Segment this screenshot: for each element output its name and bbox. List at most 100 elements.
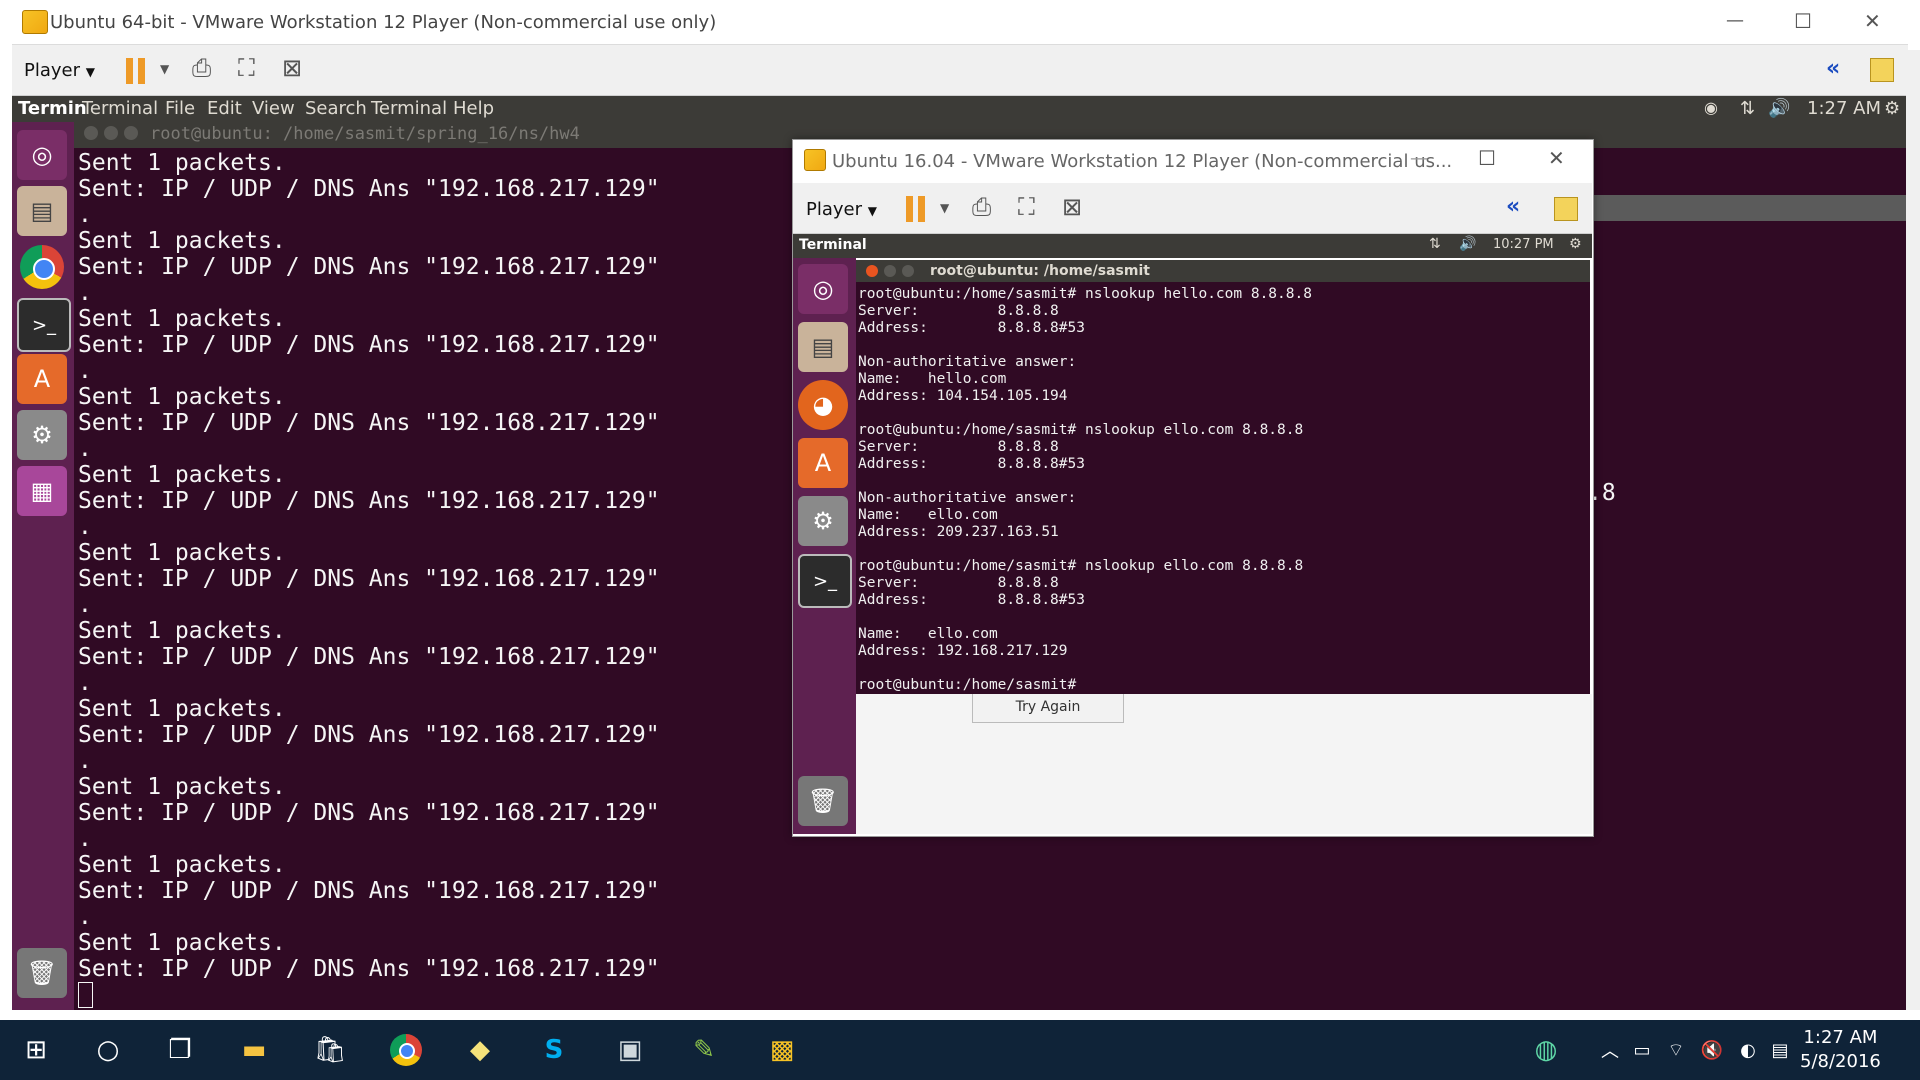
chrome-icon[interactable]	[386, 1030, 426, 1070]
inner-terminal-line: Non-authoritative answer:	[858, 354, 1077, 370]
chrome-tray-icon[interactable]: ◉	[1704, 98, 1718, 117]
close-icon[interactable]	[84, 126, 98, 140]
inner-terminal-line: Address: 8.8.8.8#53	[858, 320, 1085, 336]
notifications-icon[interactable]: ▤	[1760, 1030, 1800, 1070]
vmware-taskbar-icon[interactable]: ▩	[762, 1030, 802, 1070]
ubuntu-menubar: Termin Terminal File Edit View Search Te…	[12, 96, 1908, 122]
volume-icon[interactable]: 🔊	[1459, 236, 1476, 252]
wifi-icon[interactable]: ⌔	[1656, 1030, 1696, 1070]
menu-file[interactable]: File	[165, 98, 195, 119]
menu-search[interactable]: Search	[305, 98, 367, 119]
bg-terminal-line: Sent 1 packets.	[78, 696, 286, 722]
ubuntu-dash-icon[interactable]: ◎	[798, 264, 848, 314]
trash-icon[interactable]: 🗑	[798, 776, 848, 826]
windows-start-icon[interactable]: ⊞	[16, 1030, 56, 1070]
store-icon[interactable]: 🛍	[310, 1030, 350, 1070]
close-icon[interactable]: ✕	[1548, 146, 1565, 170]
unity-icon[interactable]: ⊠	[282, 54, 302, 82]
notes-icon[interactable]	[1554, 197, 1578, 221]
trash-icon[interactable]: 🗑	[17, 948, 67, 998]
cortana-icon[interactable]: ○	[88, 1030, 128, 1070]
minimize-icon[interactable]	[884, 265, 896, 277]
settings-icon[interactable]: ⚙	[798, 496, 848, 546]
inner-terminal-line	[858, 541, 1312, 558]
file-explorer-icon[interactable]: ▬	[234, 1030, 274, 1070]
firefox-icon[interactable]: ◕	[798, 380, 848, 430]
double-chevron-left-icon[interactable]: «	[1826, 56, 1840, 81]
close-icon[interactable]: ✕	[1864, 9, 1881, 33]
fullscreen-icon[interactable]: ⛶	[1018, 193, 1035, 221]
bg-terminal-line: Sent 1 packets.	[78, 462, 286, 488]
files-icon[interactable]: ▤	[798, 322, 848, 372]
inner-terminal-line: Non-authoritative answer:	[858, 490, 1077, 506]
menu-terminal[interactable]: Terminal	[82, 98, 158, 119]
bg-terminal-line: Sent: IP / UDP / DNS Ans "192.168.217.12…	[78, 644, 660, 670]
maximize-icon[interactable]	[902, 265, 914, 277]
inner-ubuntu-menubar: Terminal ⇅ 🔊 10:27 PM ⚙	[793, 234, 1592, 258]
send-ctrl-alt-del-icon[interactable]: ⎙	[192, 54, 211, 82]
bg-terminal-line: Sent 1 packets.	[78, 150, 286, 176]
double-chevron-left-icon[interactable]: «	[1506, 194, 1520, 219]
clock[interactable]: 1:27 AM	[1807, 98, 1881, 119]
bg-terminal-line: Sent: IP / UDP / DNS Ans "192.168.217.12…	[78, 410, 660, 436]
bg-terminal-line: Sent: IP / UDP / DNS Ans "192.168.217.12…	[78, 878, 660, 904]
menu-help[interactable]: Help	[453, 98, 494, 119]
minimize-icon[interactable]: —	[1726, 10, 1744, 31]
minimize-icon[interactable]	[104, 126, 118, 140]
close-icon[interactable]	[866, 265, 878, 277]
inner-terminal-line: Address: 192.168.217.129	[858, 643, 1068, 659]
menu-view[interactable]: View	[252, 98, 295, 119]
unity-icon[interactable]: ⊠	[1062, 193, 1082, 221]
minimize-icon[interactable]: —	[1410, 148, 1428, 169]
inner-clock[interactable]: 10:27 PM	[1493, 237, 1554, 252]
right-scrollbar[interactable]	[1906, 50, 1920, 1010]
menu-edit[interactable]: Edit	[207, 98, 242, 119]
taskbar-clock[interactable]: 1:27 AM 5/8/2016	[1800, 1026, 1881, 1074]
bg-terminal-line: Sent 1 packets.	[78, 540, 286, 566]
maximize-icon[interactable]	[124, 126, 138, 140]
send-ctrl-alt-del-icon[interactable]: ⎙	[972, 193, 991, 221]
workspace-icon[interactable]: ▦	[17, 466, 67, 516]
inner-terminal-line: Name: hello.com	[858, 371, 1007, 387]
network-app-icon[interactable]: ▣	[610, 1030, 650, 1070]
player-menu-button[interactable]: Player ▼	[806, 199, 877, 220]
network-icon[interactable]: ⇅	[1429, 236, 1441, 252]
terminal-icon[interactable]: >_	[798, 554, 852, 608]
pause-icon[interactable]	[906, 196, 928, 222]
bg-terminal-line: .	[78, 202, 92, 228]
skype-icon[interactable]: S	[534, 1030, 574, 1070]
chevron-down-icon[interactable]: ▼	[160, 62, 169, 76]
task-view-icon[interactable]: ❐	[160, 1030, 200, 1070]
gear-icon[interactable]: ⚙	[1569, 236, 1582, 252]
software-center-icon[interactable]: A	[17, 354, 67, 404]
try-again-button[interactable]: Try Again	[972, 694, 1124, 723]
volume-icon[interactable]: 🔊	[1768, 98, 1790, 119]
inner-terminal-line: root@ubuntu:/home/sasmit# nslookup ello.…	[858, 558, 1304, 574]
ubuntu-launcher: ◎ ▤ >_ A ⚙ ▦ 🗑	[12, 122, 74, 1010]
software-center-icon[interactable]: A	[798, 438, 848, 488]
notepad-plus-icon[interactable]: ✎	[684, 1030, 724, 1070]
inner-terminal-line	[858, 405, 1312, 422]
ubuntu-dash-icon[interactable]: ◎	[17, 130, 67, 180]
terminal-cursor	[78, 982, 93, 1008]
player-menu-button[interactable]: Player ▼	[24, 60, 95, 81]
pause-icon[interactable]	[126, 58, 148, 84]
inner-terminal-line	[858, 609, 1312, 626]
menu-terminal-2[interactable]: Terminal	[371, 98, 447, 119]
terminal-icon[interactable]: >_	[17, 298, 71, 352]
gear-icon[interactable]: ⚙	[1884, 98, 1900, 119]
folder-icon[interactable]: ◆	[460, 1030, 500, 1070]
vmware-logo-icon	[22, 10, 48, 34]
bg-terminal-line: .	[78, 670, 92, 696]
chevron-down-icon[interactable]: ▼	[940, 201, 949, 215]
chrome-icon[interactable]	[17, 242, 67, 292]
fullscreen-icon[interactable]: ⛶	[238, 54, 255, 82]
activity-monitor-icon[interactable]: ◍	[1526, 1030, 1566, 1070]
notes-icon[interactable]	[1870, 58, 1894, 82]
files-icon[interactable]: ▤	[17, 186, 67, 236]
settings-icon[interactable]: ⚙	[17, 410, 67, 460]
volume-muted-icon[interactable]: 🔇	[1692, 1030, 1732, 1070]
maximize-icon[interactable]: ☐	[1794, 9, 1812, 33]
maximize-icon[interactable]: ☐	[1478, 146, 1496, 170]
network-icon[interactable]: ⇅	[1740, 98, 1755, 119]
